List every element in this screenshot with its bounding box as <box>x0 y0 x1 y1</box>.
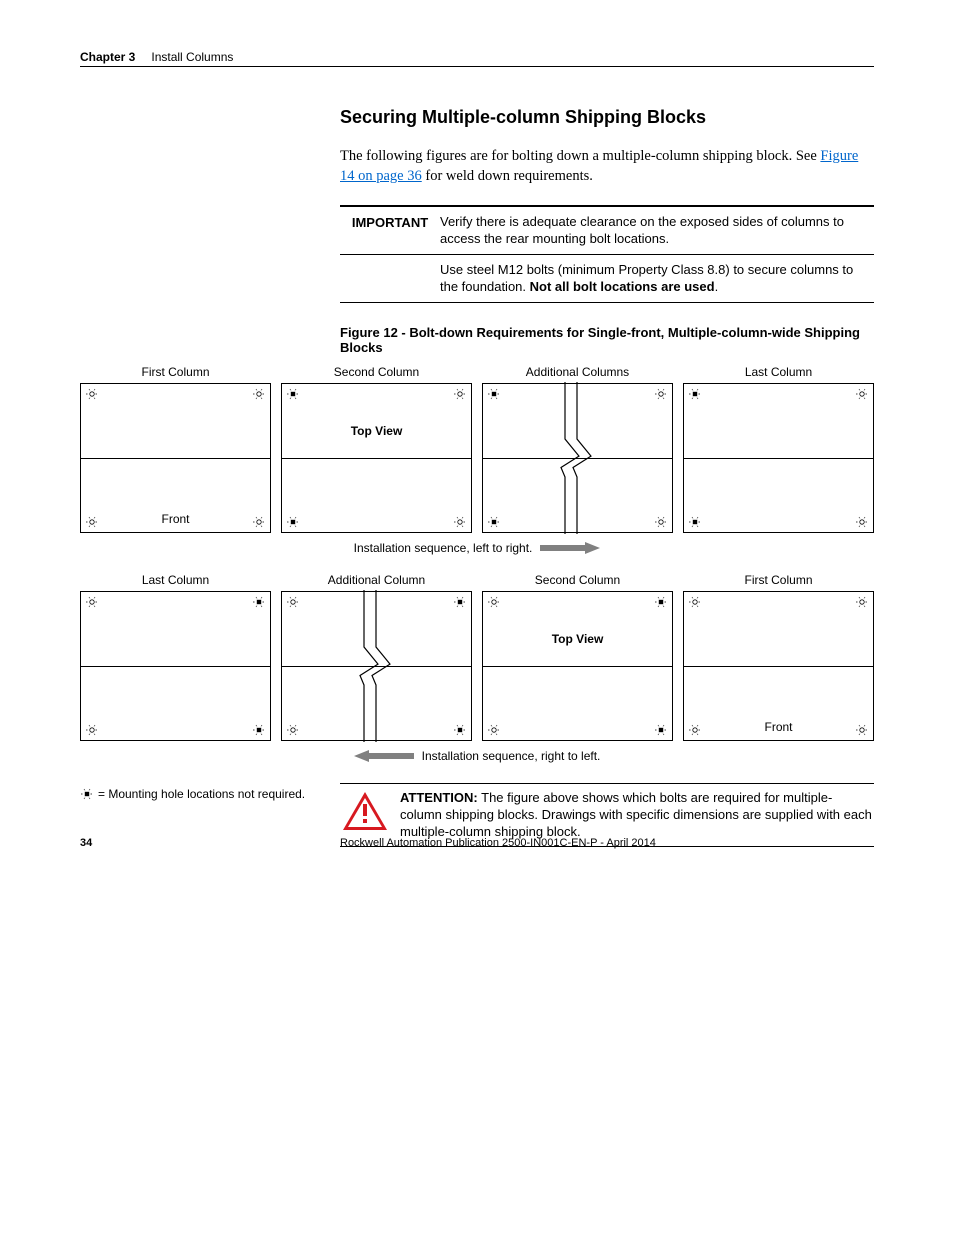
intro-paragraph: The following figures are for bolting do… <box>340 146 874 187</box>
legend: = Mounting hole locations not required. <box>80 787 340 801</box>
col-label: Additional Column <box>281 573 472 587</box>
last-column-box <box>683 383 874 533</box>
bolt-open-icon <box>487 724 501 736</box>
important-text-1: Verify there is adequate clearance on th… <box>440 213 874 248</box>
col-label: Last Column <box>80 573 271 587</box>
bolt-open-icon <box>85 516 99 528</box>
last-column-box <box>80 591 271 741</box>
bolt-filled-icon <box>252 724 266 736</box>
col-label: First Column <box>683 573 874 587</box>
front-label: Front <box>764 720 792 734</box>
bolt-open-icon <box>688 596 702 608</box>
bolt-filled-icon <box>252 596 266 608</box>
bolt-filled-icon <box>80 788 94 800</box>
legend-text: = Mounting hole locations not required. <box>98 787 305 801</box>
bolt-open-icon <box>453 516 467 528</box>
important-box: IMPORTANT Verify there is adequate clear… <box>340 205 874 303</box>
col-label: Second Column <box>281 365 472 379</box>
bolt-open-icon <box>688 724 702 736</box>
bolt-filled-icon <box>453 724 467 736</box>
bolt-open-icon <box>252 388 266 400</box>
warning-icon <box>340 790 390 834</box>
bolt-open-icon <box>453 388 467 400</box>
col-label: Last Column <box>683 365 874 379</box>
bolt-open-icon <box>85 596 99 608</box>
bolt-filled-icon <box>688 388 702 400</box>
col-label: First Column <box>80 365 271 379</box>
attention-text: ATTENTION: The figure above shows which … <box>400 790 874 841</box>
sequence-row-2: Installation sequence, right to left. <box>80 749 874 763</box>
diagram-2: Last Column Additional Column Second Col… <box>80 573 874 763</box>
main-content: Securing Multiple-column Shipping Blocks… <box>340 107 874 355</box>
publication-info: Rockwell Automation Publication 2500-IN0… <box>340 837 874 849</box>
bolt-filled-icon <box>654 724 668 736</box>
bolt-open-icon <box>855 596 869 608</box>
bolt-open-icon <box>855 388 869 400</box>
bolt-open-icon <box>286 596 300 608</box>
seq-text: Installation sequence, left to right. <box>354 541 533 555</box>
chapter-title: Install Columns <box>151 50 233 64</box>
col-label: Additional Columns <box>482 365 673 379</box>
col-label: Second Column <box>482 573 673 587</box>
page-header: Chapter 3 Install Columns <box>80 50 874 67</box>
break-lines-icon <box>358 590 392 742</box>
sequence-row-1: Installation sequence, left to right. <box>80 541 874 555</box>
first-column-box: Front <box>80 383 271 533</box>
bolt-open-icon <box>654 516 668 528</box>
bolt-open-icon <box>85 388 99 400</box>
bolt-filled-icon <box>286 388 300 400</box>
additional-column-box <box>482 383 673 533</box>
bolt-filled-icon <box>487 388 501 400</box>
arrow-left-icon <box>354 750 414 762</box>
front-label: Front <box>161 512 189 526</box>
page-footer: 34 Rockwell Automation Publication 2500-… <box>80 837 874 849</box>
bolt-open-icon <box>855 724 869 736</box>
top-view-label: Top View <box>351 424 403 438</box>
bolt-filled-icon <box>487 516 501 528</box>
second-column-box: Top View <box>281 383 472 533</box>
bolt-open-icon <box>654 388 668 400</box>
chapter-label: Chapter 3 <box>80 50 135 64</box>
section-heading: Securing Multiple-column Shipping Blocks <box>340 107 874 128</box>
important-text-2: Use steel M12 bolts (minimum Property Cl… <box>440 261 874 296</box>
bolt-open-icon <box>252 516 266 528</box>
arrow-right-icon <box>540 542 600 554</box>
first-column-box: Front <box>683 591 874 741</box>
page-number: 34 <box>80 837 340 849</box>
seq-text: Installation sequence, right to left. <box>422 749 601 763</box>
diagram-1: First Column Second Column Additional Co… <box>80 365 874 555</box>
break-lines-icon <box>559 382 593 534</box>
additional-column-box <box>281 591 472 741</box>
bolt-open-icon <box>487 596 501 608</box>
important-label: IMPORTANT <box>340 213 440 248</box>
bolt-filled-icon <box>286 516 300 528</box>
top-view-label: Top View <box>552 632 604 646</box>
bolt-filled-icon <box>453 596 467 608</box>
figure-caption: Figure 12 - Bolt-down Requirements for S… <box>340 325 874 355</box>
bolt-filled-icon <box>654 596 668 608</box>
second-column-box: Top View <box>482 591 673 741</box>
bolt-open-icon <box>855 516 869 528</box>
bolt-open-icon <box>85 724 99 736</box>
bolt-filled-icon <box>688 516 702 528</box>
bolt-open-icon <box>286 724 300 736</box>
